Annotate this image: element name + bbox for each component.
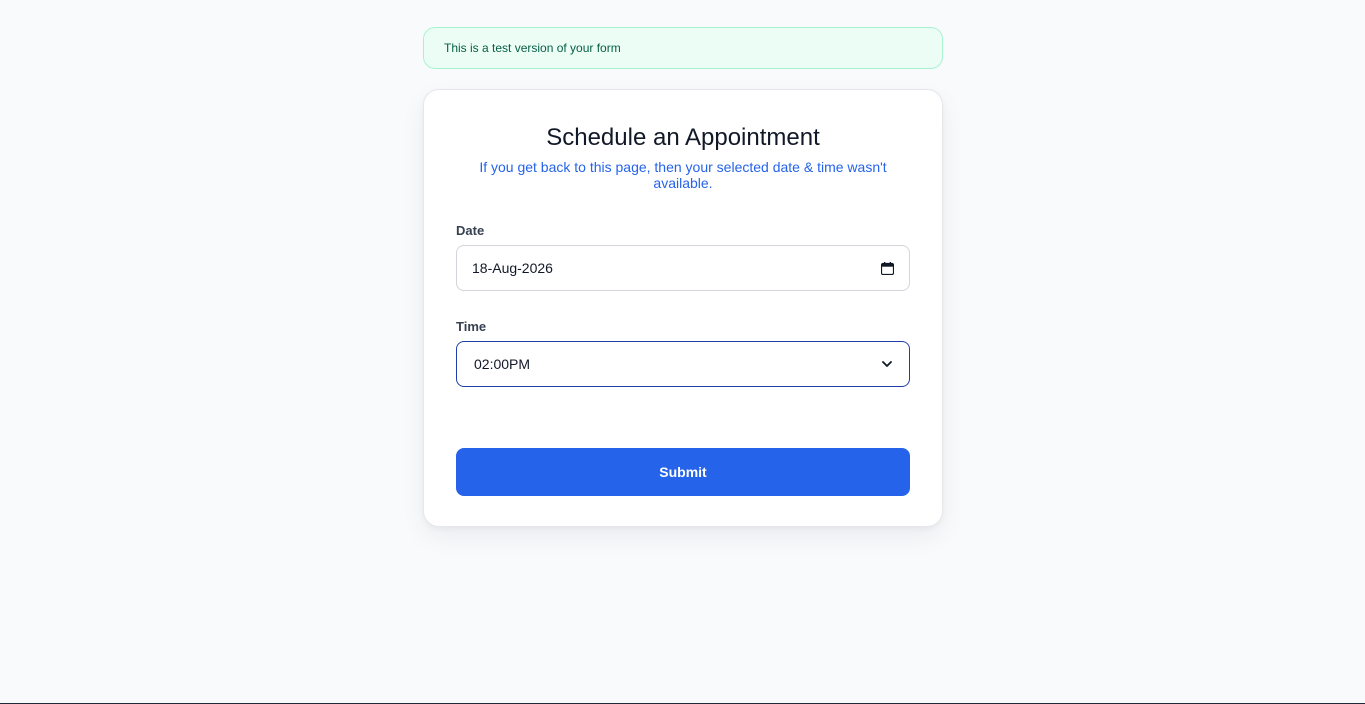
calendar-icon[interactable] bbox=[879, 260, 895, 276]
time-value: 02:00PM bbox=[474, 356, 531, 372]
date-field-group: Date 18-Aug-2026 bbox=[456, 223, 910, 291]
time-field-group: Time 02:00PM bbox=[456, 319, 910, 387]
appointment-form-card: Schedule an Appointment If you get back … bbox=[423, 89, 943, 527]
date-input[interactable]: 18-Aug-2026 bbox=[456, 245, 910, 291]
test-version-banner: This is a test version of your form bbox=[423, 27, 943, 69]
date-value: 18-Aug-2026 bbox=[472, 260, 553, 276]
chevron-down-icon bbox=[879, 356, 895, 372]
form-subtitle: If you get back to this page, then your … bbox=[479, 159, 887, 191]
time-label: Time bbox=[456, 319, 487, 334]
form-title: Schedule an Appointment bbox=[546, 124, 820, 151]
submit-button[interactable]: Submit bbox=[456, 448, 910, 496]
date-label: Date bbox=[456, 223, 485, 238]
banner-text: This is a test version of your form bbox=[444, 41, 621, 55]
time-select[interactable]: 02:00PM bbox=[456, 341, 910, 387]
